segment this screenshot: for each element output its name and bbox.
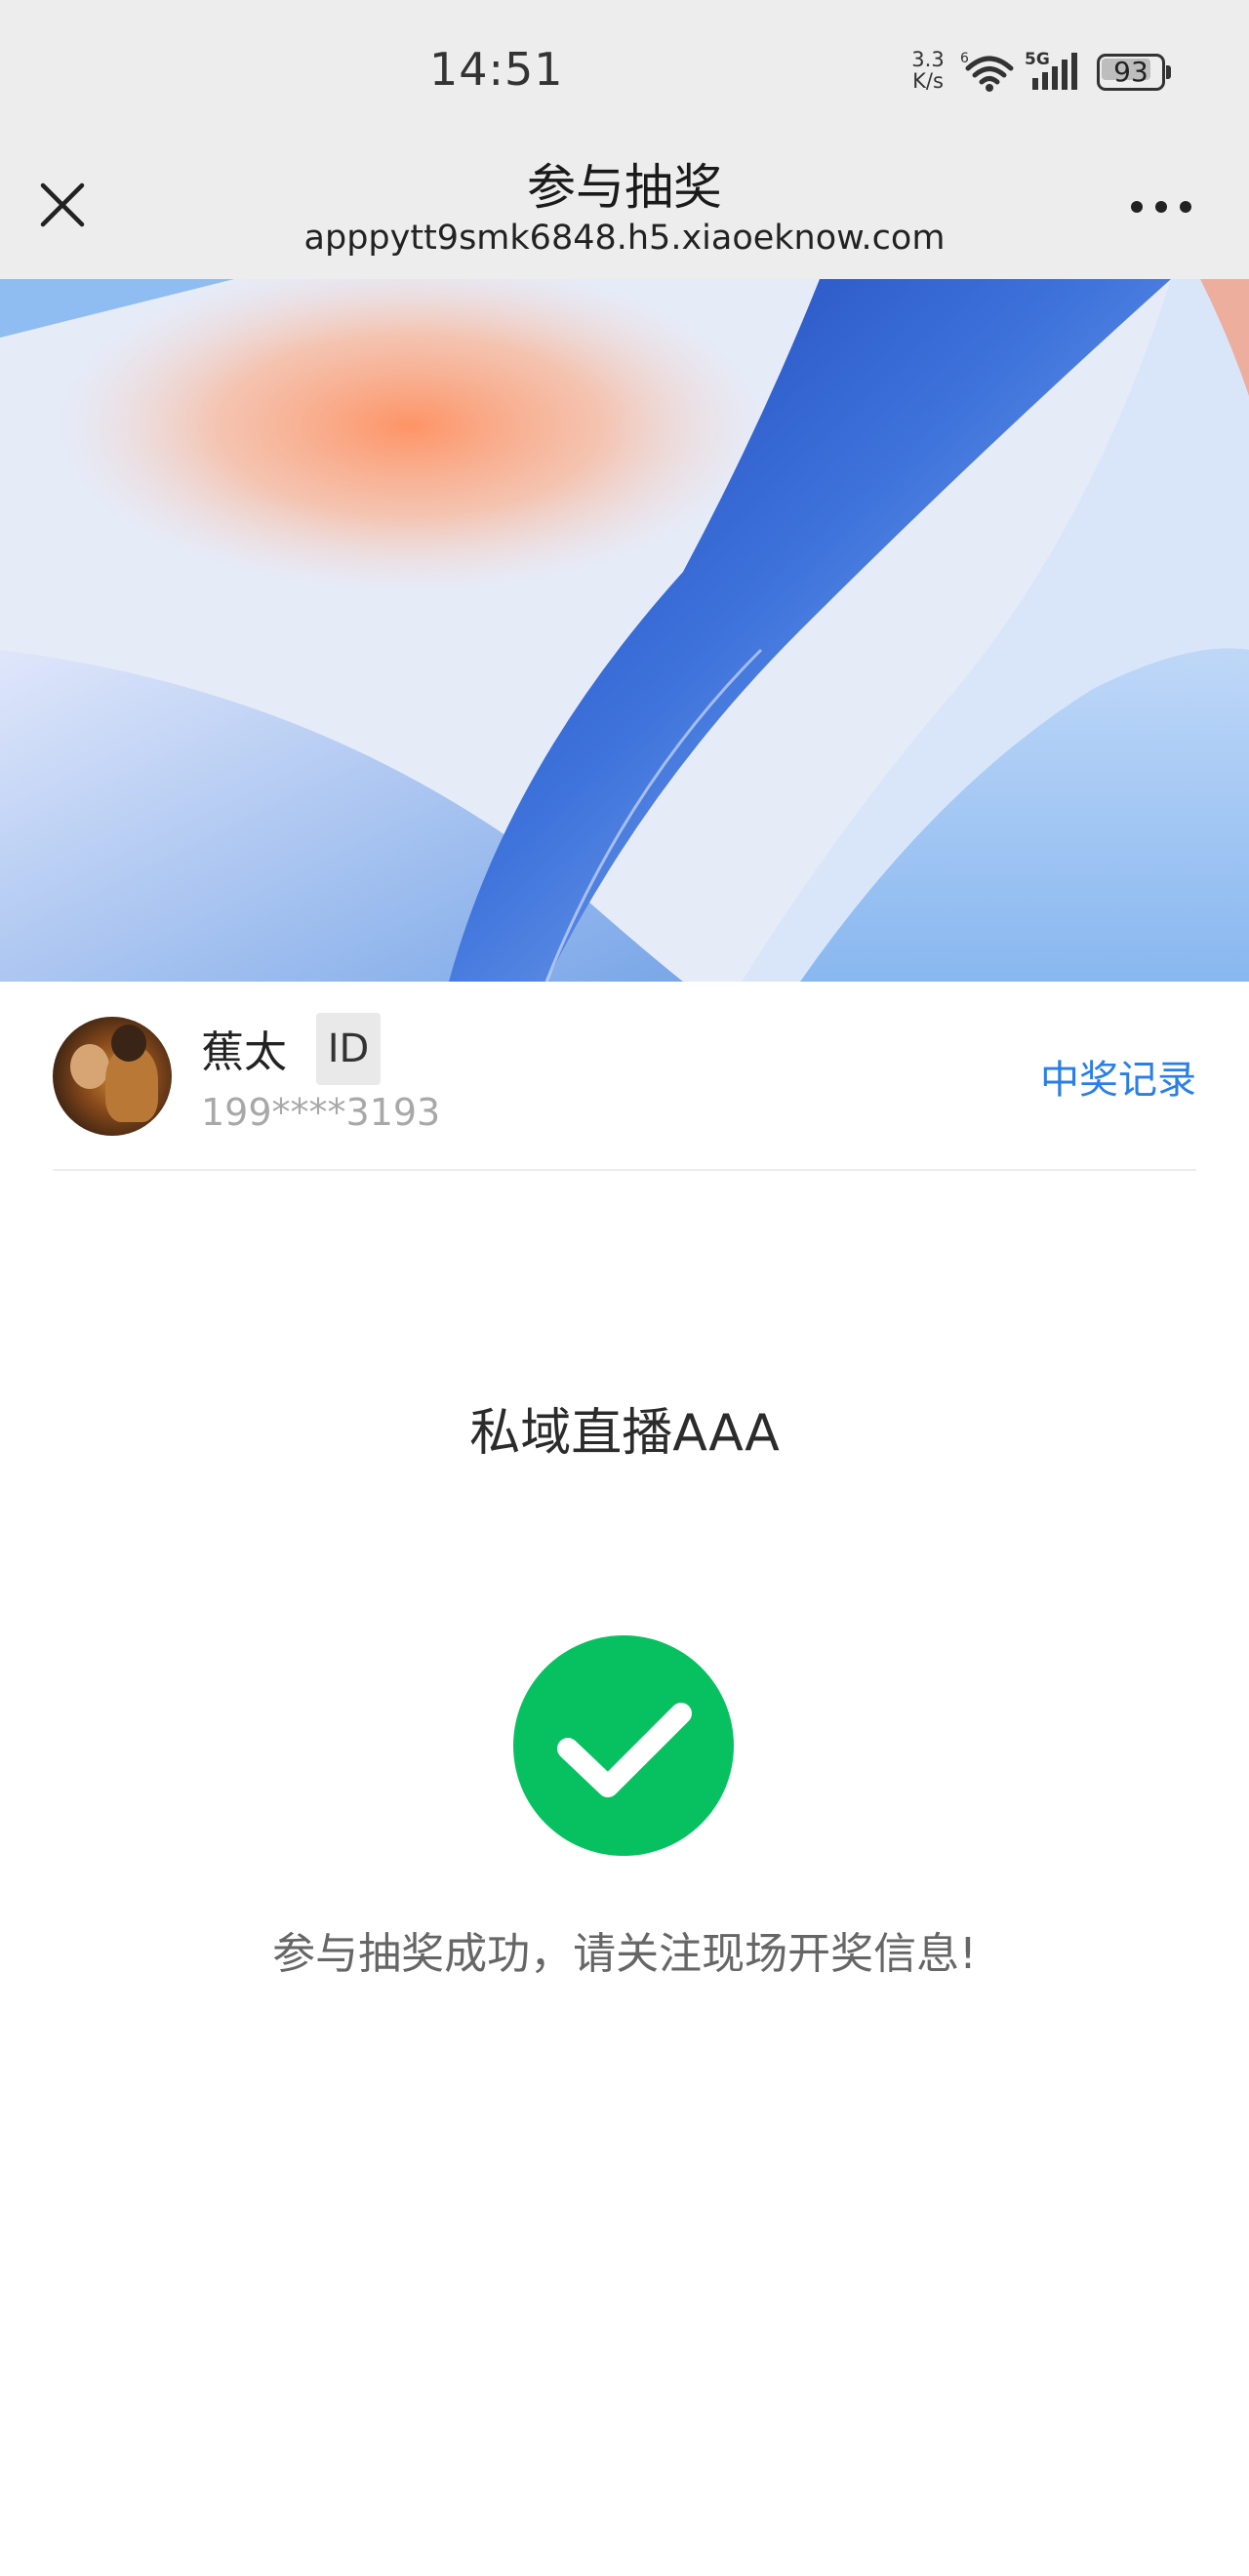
user-phone: 199****3193 bbox=[201, 1091, 441, 1134]
battery-icon: 93 bbox=[1097, 54, 1171, 91]
avatar bbox=[53, 1017, 172, 1136]
network-speed: 3.3 K/s bbox=[906, 49, 950, 92]
network-speed-unit: K/s bbox=[912, 69, 944, 93]
more-horizontal-icon bbox=[1131, 201, 1191, 213]
signal-badge: 5G bbox=[1025, 50, 1050, 69]
page-url: apppytt9smk6848.h5.xiaoeknow.com bbox=[303, 219, 946, 258]
winning-records-link[interactable]: 中奖记录 bbox=[1005, 1048, 1196, 1105]
wifi-badge: 6 bbox=[960, 51, 969, 66]
network-speed-value: 3.3 bbox=[911, 48, 945, 71]
more-button[interactable] bbox=[1122, 183, 1200, 230]
title-bar: 参与抽奖 apppytt9smk6848.h5.xiaoeknow.com bbox=[0, 146, 1249, 279]
cellular-signal-icon: 5G bbox=[1025, 49, 1085, 98]
status-bar: 14:51 3.3 K/s 6 5G 93 bbox=[0, 0, 1249, 146]
status-time: 14:51 bbox=[429, 43, 564, 96]
user-info-row: 蕉太 ID 199****3193 中奖记录 bbox=[0, 982, 1249, 1171]
checkmark-circle-icon bbox=[513, 1635, 734, 1856]
user-name: 蕉太 bbox=[201, 1027, 287, 1077]
page-title: 参与抽奖 bbox=[527, 159, 722, 216]
event-name: 私域直播AAA bbox=[469, 1404, 780, 1463]
id-badge: ID bbox=[316, 1013, 381, 1085]
wifi-icon: 6 bbox=[960, 51, 1017, 96]
battery-level: 93 bbox=[1113, 56, 1148, 88]
success-message: 参与抽奖成功，请关注现场开奖信息! bbox=[272, 1929, 977, 1979]
divider bbox=[53, 1169, 1196, 1171]
banner-image bbox=[0, 279, 1249, 982]
